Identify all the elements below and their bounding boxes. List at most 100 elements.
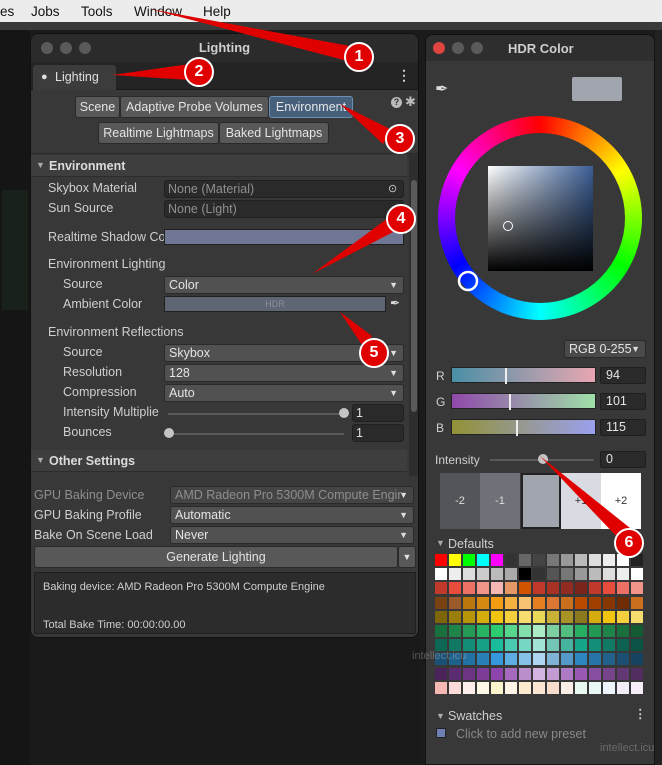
palette-swatch[interactable] (505, 639, 517, 652)
palette-swatch[interactable] (491, 667, 503, 680)
swatches-label[interactable]: Swatches (448, 709, 502, 723)
palette-swatch[interactable] (589, 596, 601, 609)
palette-swatch[interactable] (505, 681, 517, 694)
palette-swatch[interactable] (547, 681, 559, 694)
palette-swatch[interactable] (477, 554, 489, 566)
palette-swatch[interactable] (477, 582, 489, 595)
default-swatch-palette[interactable] (435, 554, 645, 697)
channel-r-knob[interactable] (505, 368, 507, 384)
close-icon[interactable] (433, 42, 445, 54)
gpu-baking-device-dropdown[interactable]: AMD Radeon Pro 5300M Compute Engir ▼ (170, 486, 414, 504)
palette-swatch[interactable] (477, 653, 489, 666)
intensity-slider-knob[interactable] (538, 454, 548, 464)
lighting-source-dropdown[interactable]: Color ▼ (164, 276, 404, 294)
zoom-icon[interactable] (471, 42, 483, 54)
palette-swatch[interactable] (631, 625, 643, 637)
palette-swatch[interactable] (589, 582, 601, 595)
palette-swatch[interactable] (589, 653, 601, 666)
bake-on-scene-load-dropdown[interactable]: Never ▼ (170, 526, 414, 544)
palette-swatch[interactable] (519, 681, 531, 694)
palette-swatch[interactable] (519, 667, 531, 680)
exposure-minus-1[interactable]: -1 (480, 473, 520, 529)
palette-swatch[interactable] (491, 625, 503, 637)
palette-swatch[interactable] (463, 568, 475, 581)
palette-swatch[interactable] (477, 610, 489, 623)
palette-swatch[interactable] (491, 610, 503, 623)
palette-swatch[interactable] (533, 639, 545, 652)
palette-swatch[interactable] (561, 568, 573, 581)
palette-swatch[interactable] (617, 625, 629, 637)
gear-icon[interactable]: ✱ (405, 94, 416, 110)
palette-swatch[interactable] (561, 625, 573, 637)
palette-swatch[interactable] (505, 596, 517, 609)
palette-swatch[interactable] (449, 625, 461, 637)
palette-swatch[interactable] (631, 610, 643, 623)
palette-swatch[interactable] (617, 610, 629, 623)
palette-swatch[interactable] (617, 653, 629, 666)
palette-swatch[interactable] (589, 681, 601, 694)
palette-swatch[interactable] (477, 681, 489, 694)
palette-swatch[interactable] (547, 653, 559, 666)
environment-section-header[interactable]: ▼ Environment (31, 155, 407, 177)
palette-swatch[interactable] (589, 625, 601, 637)
preset-swatch[interactable] (436, 728, 446, 738)
palette-swatch[interactable] (449, 568, 461, 581)
palette-swatch[interactable] (603, 681, 615, 694)
palette-swatch[interactable] (631, 639, 643, 652)
channel-r-slider[interactable] (451, 367, 596, 384)
palette-swatch[interactable] (533, 681, 545, 694)
menu-item-tools[interactable]: Tools (81, 4, 113, 19)
intensity-multiplier-field[interactable]: 1 (352, 404, 404, 422)
palette-swatch[interactable] (463, 681, 475, 694)
palette-swatch[interactable] (435, 596, 447, 609)
lighting-settings-scroll[interactable]: ▼ Environment Skybox Material None (Mate… (31, 153, 418, 476)
palette-swatch[interactable] (617, 681, 629, 694)
palette-swatch[interactable] (519, 639, 531, 652)
palette-swatch[interactable] (575, 596, 587, 609)
palette-swatch[interactable] (575, 667, 587, 680)
palette-swatch[interactable] (449, 554, 461, 566)
tab-environment[interactable]: Environment (269, 96, 353, 118)
palette-swatch[interactable] (617, 582, 629, 595)
palette-swatch[interactable] (463, 667, 475, 680)
palette-swatch[interactable] (463, 610, 475, 623)
channel-g-slider[interactable] (451, 393, 596, 410)
palette-swatch[interactable] (477, 639, 489, 652)
palette-swatch[interactable] (519, 568, 531, 581)
palette-swatch[interactable] (575, 582, 587, 595)
menu-item-jobs[interactable]: Jobs (31, 4, 60, 19)
object-picker-icon[interactable]: ⊙ (388, 182, 397, 195)
palette-swatch[interactable] (449, 582, 461, 595)
menu-item-help[interactable]: Help (203, 4, 231, 19)
palette-swatch[interactable] (491, 582, 503, 595)
palette-swatch[interactable] (533, 653, 545, 666)
palette-swatch[interactable] (547, 554, 559, 566)
palette-swatch[interactable] (477, 596, 489, 609)
palette-swatch[interactable] (547, 582, 559, 595)
exposure-minus-2[interactable]: -2 (440, 473, 480, 529)
add-preset-label[interactable]: Click to add new preset (456, 727, 586, 741)
palette-swatch[interactable] (631, 582, 643, 595)
palette-swatch[interactable] (491, 639, 503, 652)
palette-swatch[interactable] (505, 653, 517, 666)
menu-item-window[interactable]: Window (134, 4, 182, 19)
palette-swatch[interactable] (491, 681, 503, 694)
palette-swatch[interactable] (463, 582, 475, 595)
palette-swatch[interactable] (435, 610, 447, 623)
palette-swatch[interactable] (519, 653, 531, 666)
palette-swatch[interactable] (463, 625, 475, 637)
channel-r-field[interactable]: 94 (600, 367, 646, 384)
palette-swatch[interactable] (631, 596, 643, 609)
palette-swatch[interactable] (533, 610, 545, 623)
palette-swatch[interactable] (435, 681, 447, 694)
hdr-titlebar[interactable]: HDR Color (426, 35, 654, 61)
palette-swatch[interactable] (477, 667, 489, 680)
palette-swatch[interactable] (505, 667, 517, 680)
tab-baked-lightmaps[interactable]: Baked Lightmaps (219, 122, 329, 144)
tab-lighting[interactable]: ● Lighting (33, 65, 116, 90)
palette-swatch[interactable] (491, 568, 503, 581)
palette-swatch[interactable] (519, 610, 531, 623)
tab-adaptive-probe-volumes[interactable]: Adaptive Probe Volumes (120, 96, 269, 118)
palette-swatch[interactable] (589, 639, 601, 652)
palette-swatch[interactable] (435, 554, 447, 566)
